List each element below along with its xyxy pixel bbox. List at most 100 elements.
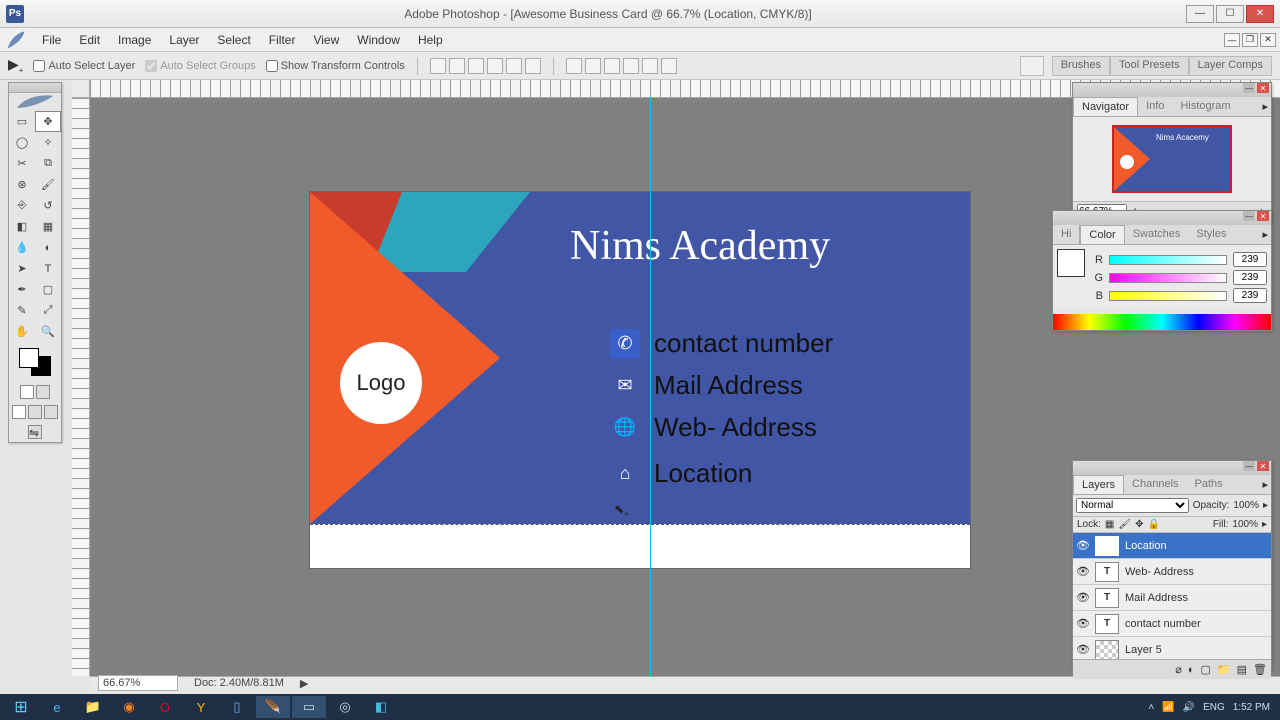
tab-channels[interactable]: Channels <box>1124 475 1186 494</box>
align-bottom-button[interactable] <box>468 58 484 74</box>
tray-lang[interactable]: ENG <box>1203 702 1225 713</box>
show-transform-checkbox[interactable]: Show Transform Controls <box>266 60 405 72</box>
screen-standard-button[interactable] <box>12 405 26 419</box>
layer-style-icon[interactable]: ◐ <box>1188 664 1195 676</box>
type-tool[interactable]: T <box>35 258 61 279</box>
crop-tool[interactable]: ✂ <box>9 153 35 174</box>
layer-mask-icon[interactable]: ▢ <box>1201 663 1211 676</box>
lock-position-icon[interactable]: ✥ <box>1135 519 1143 530</box>
visibility-icon[interactable]: 👁 <box>1075 643 1091 656</box>
status-arrow-icon[interactable]: ▶ <box>300 677 308 690</box>
document-canvas[interactable]: Logo Nims Academy ✆ contact number ✉ Mai… <box>310 192 970 568</box>
eyedropper-tool[interactable]: ⤢ <box>35 300 61 321</box>
align-left-button[interactable] <box>487 58 503 74</box>
mdi-close-button[interactable]: ✕ <box>1260 33 1276 47</box>
b-input[interactable] <box>1233 288 1267 303</box>
panel-menu-icon[interactable]: ▸ <box>1259 475 1271 494</box>
menu-layer[interactable]: Layer <box>161 30 207 50</box>
blend-mode-select[interactable]: Normal <box>1076 498 1189 513</box>
lock-pixels-icon[interactable]: 🖌 <box>1118 519 1131 530</box>
tab-histogram[interactable]: Histogram <box>1172 97 1238 116</box>
mdi-restore-button[interactable]: ❐ <box>1242 33 1258 47</box>
move-tool[interactable]: ✥ <box>35 111 61 132</box>
visibility-icon[interactable]: 👁 <box>1075 565 1091 578</box>
window-minimize-button[interactable]: — <box>1186 5 1214 23</box>
color-spectrum[interactable] <box>1053 314 1271 330</box>
vertical-ruler[interactable] <box>72 98 90 676</box>
lasso-tool[interactable]: ◯ <box>9 132 35 153</box>
r-input[interactable] <box>1233 252 1267 267</box>
taskbar-chrome-icon[interactable]: ◎ <box>328 696 362 718</box>
tray-chevron-icon[interactable]: ˄ <box>1148 702 1154 713</box>
layer-row[interactable]: 👁 Layer 5 <box>1073 637 1271 659</box>
tab-hidden[interactable]: Hi <box>1053 225 1080 244</box>
taskbar-app-icon[interactable]: Y <box>184 696 218 718</box>
menu-view[interactable]: View <box>305 30 347 50</box>
menu-image[interactable]: Image <box>110 30 159 50</box>
distribute-left-button[interactable] <box>623 58 639 74</box>
window-close-button[interactable]: ✕ <box>1246 5 1274 23</box>
history-brush-tool[interactable]: ↺ <box>35 195 61 216</box>
shape-tool[interactable]: ▢ <box>35 279 61 300</box>
taskbar-explorer-icon[interactable]: 📁 <box>76 696 110 718</box>
auto-select-groups-checkbox[interactable]: Auto Select Groups <box>145 60 255 72</box>
tab-layers[interactable]: Layers <box>1073 475 1124 494</box>
align-right-button[interactable] <box>525 58 541 74</box>
panel-minimize-button[interactable]: — <box>1243 461 1255 471</box>
clone-stamp-tool[interactable]: ⎆ <box>9 195 35 216</box>
palette-well-icon[interactable] <box>1020 56 1044 76</box>
zoom-tool[interactable]: 🔍 <box>35 321 61 342</box>
tray-network-icon[interactable]: 📶 <box>1162 702 1174 713</box>
panel-menu-icon[interactable]: ▸ <box>1259 225 1271 244</box>
r-slider[interactable] <box>1109 255 1227 265</box>
new-layer-icon[interactable]: ▤ <box>1237 663 1247 676</box>
marquee-tool[interactable]: ▭ <box>9 111 35 132</box>
path-selection-tool[interactable]: ➤ <box>9 258 35 279</box>
healing-brush-tool[interactable]: ⊛ <box>9 174 35 195</box>
panel-minimize-button[interactable]: — <box>1243 83 1255 93</box>
tray-time[interactable]: 1:52 PM <box>1233 702 1270 713</box>
foreground-background-swatch[interactable] <box>19 348 51 376</box>
layer-name[interactable]: Mail Address <box>1123 592 1269 604</box>
panel-menu-icon[interactable]: ▸ <box>1259 97 1271 116</box>
distribute-hcenter-button[interactable] <box>642 58 658 74</box>
notes-tool[interactable]: ✎ <box>9 300 35 321</box>
visibility-icon[interactable]: 👁 <box>1075 539 1091 552</box>
tab-styles[interactable]: Styles <box>1188 225 1234 244</box>
menu-filter[interactable]: Filter <box>261 30 304 50</box>
menu-file[interactable]: File <box>34 30 69 50</box>
tab-color[interactable]: Color <box>1080 225 1124 244</box>
layer-row[interactable]: 👁 T Location <box>1073 533 1271 559</box>
status-zoom-input[interactable]: 66.67% <box>98 675 178 691</box>
hand-tool[interactable]: ✋ <box>9 321 35 342</box>
panel-minimize-button[interactable]: — <box>1243 211 1255 221</box>
vertical-guide[interactable] <box>650 98 651 676</box>
tab-layer-comps[interactable]: Layer Comps <box>1189 56 1272 76</box>
distribute-right-button[interactable] <box>661 58 677 74</box>
slice-tool[interactable]: ⧉ <box>35 153 61 174</box>
align-top-button[interactable] <box>430 58 446 74</box>
taskbar-opera-icon[interactable]: O <box>148 696 182 718</box>
lock-transparency-icon[interactable]: ▦ <box>1105 519 1114 530</box>
tab-info[interactable]: Info <box>1138 97 1172 116</box>
standard-mode-button[interactable] <box>20 385 34 399</box>
blur-tool[interactable]: 💧 <box>9 237 35 258</box>
new-group-icon[interactable]: 📁 <box>1217 663 1231 676</box>
tab-navigator[interactable]: Navigator <box>1073 97 1138 116</box>
tab-brushes[interactable]: Brushes <box>1052 56 1110 76</box>
lock-all-icon[interactable]: 🔒 <box>1147 519 1159 530</box>
taskbar-firefox-icon[interactable]: ◉ <box>112 696 146 718</box>
align-vcenter-button[interactable] <box>449 58 465 74</box>
taskbar-app-icon[interactable]: ▭ <box>292 696 326 718</box>
b-slider[interactable] <box>1109 291 1227 301</box>
menu-help[interactable]: Help <box>410 30 451 50</box>
foreground-color-swatch[interactable] <box>19 348 39 368</box>
taskbar-app-icon[interactable]: ◧ <box>364 696 398 718</box>
panel-close-button[interactable]: ✕ <box>1257 211 1269 221</box>
delete-layer-icon[interactable]: 🗑 <box>1253 663 1267 676</box>
link-layers-icon[interactable]: ⌀ <box>1175 663 1182 676</box>
distribute-top-button[interactable] <box>566 58 582 74</box>
ruler-origin[interactable] <box>72 80 90 98</box>
menu-select[interactable]: Select <box>209 30 258 50</box>
tab-swatches[interactable]: Swatches <box>1125 225 1189 244</box>
